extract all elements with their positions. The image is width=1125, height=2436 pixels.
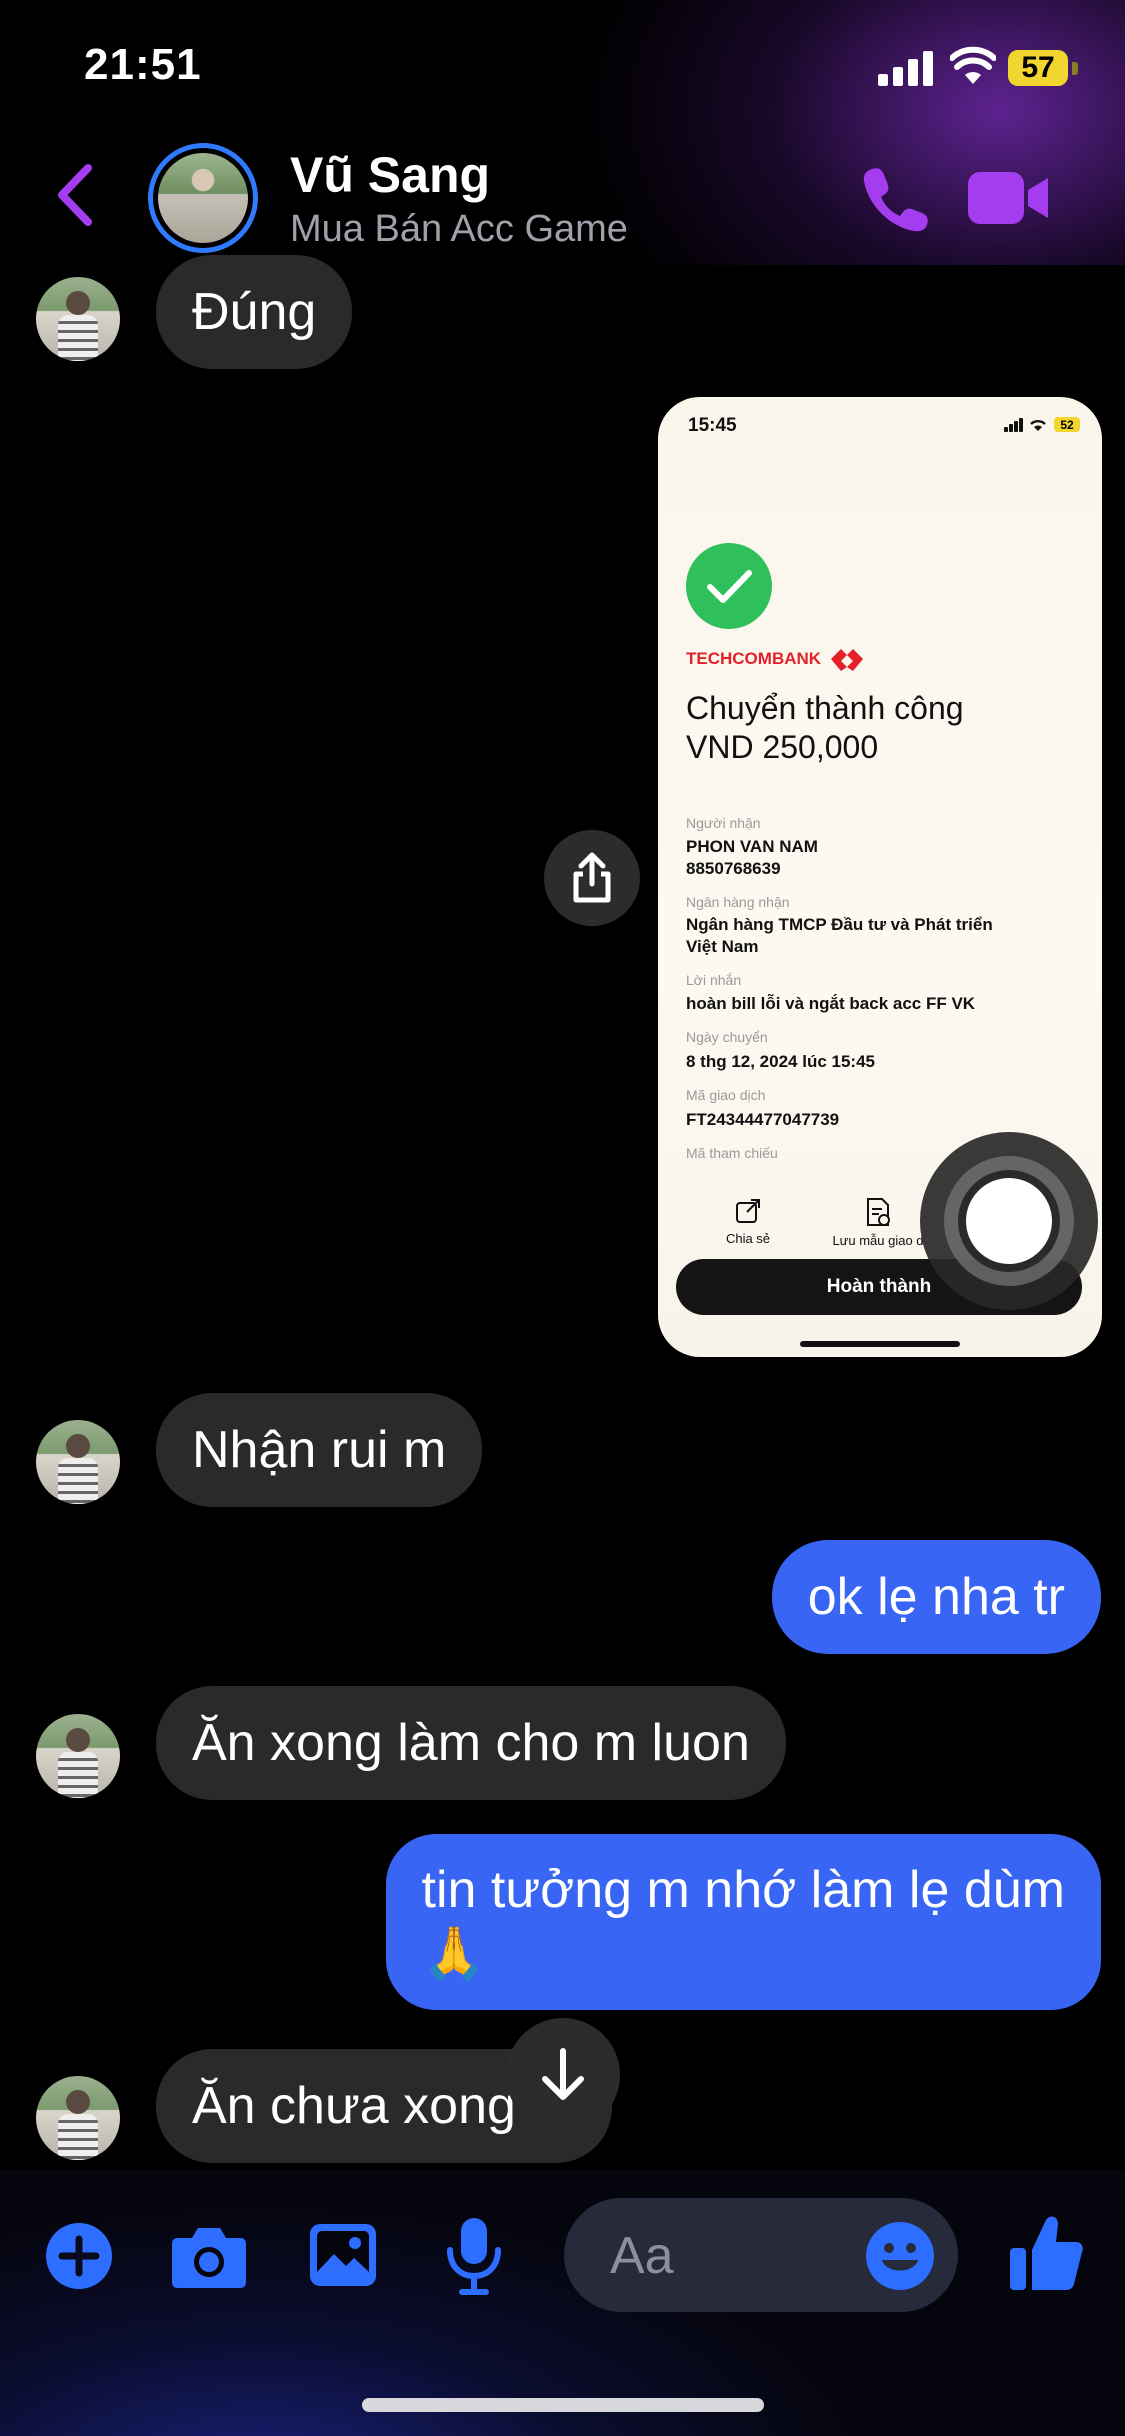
message-incoming[interactable]: Ăn xong làm cho m luon: [156, 1686, 786, 1800]
receipt-title-line1: Chuyển thành công: [686, 690, 964, 726]
message-emoji: 🙏: [421, 1924, 487, 1984]
composer-bar: [0, 2170, 1125, 2436]
scroll-to-bottom-button[interactable]: [506, 2018, 620, 2132]
sender-avatar[interactable]: [36, 1420, 120, 1504]
message-outgoing[interactable]: tin tưởng m nhớ làm lẹ dùm 🙏: [385, 1834, 1101, 2010]
success-check-icon: [686, 543, 772, 629]
message-label: Lời nhắn: [686, 972, 742, 988]
cellular-signal-icon: [878, 50, 934, 86]
thumbs-up-button[interactable]: [1008, 2214, 1084, 2292]
receipt-signal-icon: [1004, 418, 1024, 432]
contact-avatar[interactable]: [148, 143, 258, 253]
wifi-icon: [950, 46, 996, 84]
receipt-status-time: 15:45: [688, 415, 737, 436]
sender-avatar[interactable]: [36, 277, 120, 361]
assistive-touch-button[interactable]: [920, 1132, 1098, 1310]
avatar-image: [158, 153, 248, 243]
arrow-down-icon: [542, 2048, 584, 2100]
plus-button[interactable]: [44, 2221, 114, 2291]
techcombank-logo: TECHCOMBANK: [686, 647, 865, 671]
home-indicator: [362, 2398, 764, 2412]
battery-tip: [1072, 62, 1078, 75]
date-label: Ngày chuyển: [686, 1029, 768, 1045]
message-input[interactable]: [610, 2228, 840, 2284]
contact-name[interactable]: Vũ Sang: [290, 146, 490, 204]
txn-label: Mã giao dịch: [686, 1087, 766, 1103]
recipient-label: Người nhận: [686, 815, 761, 831]
document-icon: [867, 1198, 890, 1226]
receipt-home-indicator: [800, 1341, 960, 1347]
txn-id: FT24344477047739: [686, 1110, 840, 1129]
bank-name-line2: Việt Nam: [686, 937, 759, 956]
bank-label: Ngân hàng nhận: [686, 894, 790, 910]
sender-avatar[interactable]: [36, 1714, 120, 1798]
contact-subtitle: Mua Bán Acc Game: [290, 208, 628, 250]
receipt-title: Chuyển thành công VND 250,000: [686, 689, 964, 767]
sender-avatar[interactable]: [36, 2076, 120, 2160]
battery-icon: 57: [1008, 50, 1068, 86]
back-button[interactable]: [50, 160, 100, 230]
external-share-icon: [736, 1199, 760, 1223]
receipt-wifi-icon: [1030, 419, 1046, 431]
receipt-share-action: Chia sẻ: [708, 1197, 788, 1246]
reference-label: Mã tham chiếu: [686, 1145, 778, 1161]
recipient-account: 8850768639: [686, 859, 781, 878]
status-time: 21:51: [84, 40, 202, 89]
message-incoming[interactable]: Đúng: [156, 255, 353, 369]
message-line: tin tưởng m nhớ làm lẹ dùm: [421, 1861, 1065, 1919]
techcombank-mark-icon: [831, 649, 864, 671]
emoji-button[interactable]: [864, 2220, 936, 2292]
camera-button[interactable]: [170, 2224, 248, 2290]
transfer-date: 8 thg 12, 2024 lúc 15:45: [686, 1052, 875, 1071]
video-call-button[interactable]: [968, 170, 1050, 226]
receipt-battery-icon: 52: [1054, 417, 1080, 432]
transfer-message: hoàn bill lỗi và ngắt back acc FF VK: [686, 994, 976, 1013]
share-icon: [573, 852, 611, 903]
phone-call-button[interactable]: [858, 163, 928, 233]
receipt-amount: VND 250,000: [686, 729, 879, 765]
bank-name-line1: Ngân hàng TMCP Đầu tư và Phát triển: [686, 915, 993, 934]
message-outgoing[interactable]: ok lẹ nha tr: [771, 1540, 1101, 1654]
share-image-button[interactable]: [544, 830, 640, 926]
recipient-name: PHON VAN NAM: [686, 837, 818, 856]
microphone-button[interactable]: [444, 2216, 504, 2296]
message-incoming[interactable]: Nhận rui m: [156, 1393, 483, 1507]
gallery-button[interactable]: [308, 2222, 378, 2288]
